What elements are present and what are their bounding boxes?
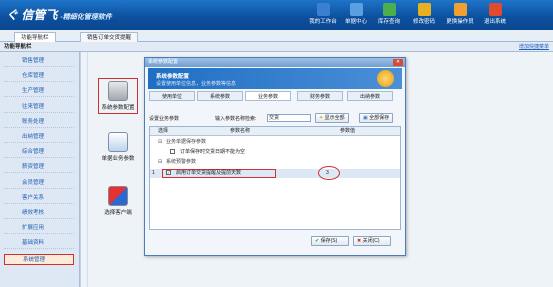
document-icon — [349, 3, 363, 16]
dialog-title: 系统参数配置 — [148, 59, 179, 65]
system-params-dialog: 系统参数配置 ✕ 系统参数配置 设置使用单位信息，业务参数等信息 使用单位 系统… — [144, 57, 406, 256]
show-all-button[interactable]: ✦ 显示全部 — [315, 113, 349, 123]
lock-icon — [417, 3, 431, 16]
app-subtitle: -精细化管理软件 — [60, 14, 112, 21]
tab-nav[interactable]: 功能导航栏 — [14, 32, 56, 42]
value-highlight — [318, 166, 340, 180]
collapse-icon[interactable]: ⊟ — [158, 158, 162, 167]
toolbar-user-button[interactable]: 更换操作员 — [443, 3, 477, 29]
check-icon: ✔ — [315, 238, 320, 244]
gear-icon — [377, 70, 394, 87]
param-value[interactable]: 3 — [326, 169, 329, 178]
card-system-params[interactable]: 系统参数配置 — [98, 78, 138, 114]
tab-cashier[interactable]: 出纳参数 — [347, 91, 393, 101]
sidebar-scrollbar[interactable] — [80, 52, 87, 287]
sidebar-item-10[interactable]: 绩效考核 — [4, 208, 74, 219]
param-name: 启用订单交货提醒及提前天数 — [176, 170, 242, 176]
sidebar-item-8[interactable]: 会员管理 — [4, 178, 74, 189]
settings-doc-icon — [108, 132, 128, 152]
close-icon[interactable]: ✕ — [393, 59, 403, 66]
save-all-button[interactable]: ▣ 全部保存 — [359, 113, 394, 123]
group-label: 系统预警参数 — [166, 159, 197, 165]
tab-order-reminder[interactable]: 销售订单交货提醒 — [80, 32, 139, 42]
tab-business[interactable]: 业务参数 — [245, 91, 291, 101]
app-logo: ぐ 信管飞 -精细化管理软件 — [6, 6, 112, 23]
filter-icon: ✦ — [319, 115, 324, 121]
row-index: 1 — [152, 170, 155, 176]
filter-input[interactable]: 交货 — [267, 114, 311, 122]
client-icon — [108, 186, 128, 206]
save-button[interactable]: ✔ 保存(S) — [311, 236, 349, 246]
sidebar-item-2[interactable]: 生产管理 — [4, 86, 74, 98]
tab-system[interactable]: 系统参数 — [197, 91, 243, 101]
column-select: 选择 — [158, 128, 169, 134]
toolbar-label: 我的工作台 — [309, 19, 337, 25]
close-button[interactable]: ✖ 关闭(C) — [353, 236, 391, 246]
checkbox[interactable]: ✓ — [166, 169, 173, 178]
logo-symbol: ぐ — [6, 8, 22, 22]
param-name: 订单保存时交货日期不能为空 — [180, 149, 246, 155]
section-title: 功能导航栏 — [4, 44, 32, 50]
toolbar-desktop-button[interactable]: 我的工作台 — [306, 3, 340, 29]
section-bar: 功能导航栏 增加快捷菜单 — [0, 42, 553, 52]
toolbar-label: 退出系统 — [483, 19, 506, 25]
sidebar-item-12[interactable]: 基础资料 — [4, 238, 74, 250]
group-row[interactable]: ⊟ 系统预警参数 — [150, 158, 400, 167]
sidebar-item-1[interactable]: 仓库管理 — [4, 71, 74, 83]
banner-title: 系统参数配置 — [156, 74, 190, 80]
params-grid: 选择 参数名称 参数值 ⊟ 业务单据保存参数 订单保存时交货日期不能为空 ⊟ 系… — [149, 126, 401, 230]
save-icon: ▣ — [363, 115, 368, 121]
toolbar-label: 修改密码 — [412, 19, 435, 25]
exit-icon — [488, 3, 502, 16]
search-label: 设置业务参数 — [149, 116, 180, 122]
table-row[interactable]: 订单保存时交货日期不能为空 — [150, 148, 400, 157]
filter-label: 输入参数名称检索: — [215, 116, 257, 122]
column-value: 参数值 — [340, 128, 356, 134]
save-label: 保存(S) — [320, 238, 338, 244]
add-shortcut-link[interactable]: 增加快捷菜单 — [519, 42, 549, 52]
column-name: 参数名称 — [230, 128, 251, 134]
close-label: 关闭(C) — [362, 238, 380, 244]
card-label: 系统参数配置 — [101, 105, 135, 111]
sidebar-item-11[interactable]: 扩展应用 — [4, 223, 74, 235]
sidebar-item-3[interactable]: 往来管理 — [4, 102, 74, 113]
card-label: 选择客户端 — [104, 210, 132, 216]
dialog-banner: 系统参数配置 设置使用单位信息，业务参数等信息 — [148, 68, 402, 89]
collapse-icon[interactable]: ⊟ — [158, 138, 162, 147]
database-icon — [108, 81, 128, 101]
user-icon — [453, 3, 467, 16]
toolbar-label: 单据中心 — [344, 19, 367, 25]
sidebar-item-9[interactable]: 客户关系 — [4, 193, 74, 204]
grid-header: 选择 参数名称 参数值 — [150, 127, 400, 136]
close-icon: ✖ — [357, 238, 362, 244]
sidebar-item-4[interactable]: 账务处理 — [4, 117, 74, 128]
sidebar-item-7[interactable]: 薪资管理 — [4, 162, 74, 174]
group-label: 业务单据保存参数 — [166, 139, 207, 145]
checkbox[interactable] — [170, 148, 177, 157]
banner-subtitle: 设置使用单位信息，业务参数等信息 — [156, 81, 237, 87]
toolbar-label: 更换操作员 — [446, 19, 474, 25]
sidebar-item-0[interactable]: 销售管理 — [4, 56, 74, 67]
toolbar-label: 库存查询 — [377, 19, 400, 25]
stock-icon — [382, 3, 396, 16]
save-all-label: 全部保存 — [369, 115, 390, 121]
toolbar-exit-button[interactable]: 退出系统 — [478, 3, 512, 29]
card-label: 单据业务参数 — [101, 156, 135, 162]
tab-unit[interactable]: 使用单位 — [149, 91, 195, 101]
sidebar-item-5[interactable]: 出纳管理 — [4, 132, 74, 143]
app-title: 信管飞 — [21, 8, 58, 22]
sidebar-item-13[interactable]: 系统管理 — [4, 253, 74, 265]
sidebar-item-6[interactable]: 综合管理 — [4, 147, 74, 159]
card-select-client[interactable]: 选择客户端 — [98, 186, 138, 216]
card-business-params[interactable]: 单据业务参数 — [98, 132, 138, 162]
group-row[interactable]: ⊟ 业务单据保存参数 — [150, 138, 400, 147]
table-row[interactable]: 1 ✓ 启用订单交货提醒及提前天数 3 — [150, 166, 400, 180]
show-all-label: 显示全部 — [324, 115, 345, 121]
desktop-icon — [316, 3, 330, 16]
tab-finance[interactable]: 财务参数 — [297, 91, 343, 101]
dialog-titlebar: 系统参数配置 — [145, 58, 405, 67]
toolbar-lock-button[interactable]: 修改密码 — [407, 3, 441, 29]
toolbar-document-button[interactable]: 单据中心 — [339, 3, 373, 29]
toolbar-stock-button[interactable]: 库存查询 — [372, 3, 406, 29]
